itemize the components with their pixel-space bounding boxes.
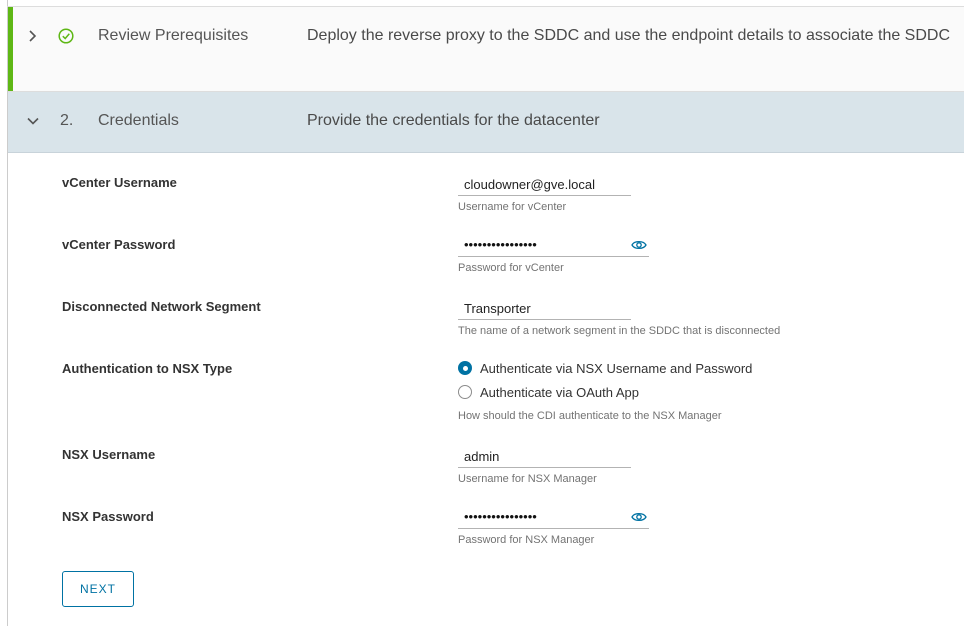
- step-review-prerequisites[interactable]: Review Prerequisites Deploy the reverse …: [8, 7, 964, 92]
- vcenter-username-label: vCenter Username: [62, 175, 177, 190]
- radio-label: Authenticate via NSX Username and Passwo…: [480, 360, 753, 376]
- network-segment-group: The name of a network segment in the SDD…: [458, 297, 780, 337]
- step-number: 2.: [60, 112, 74, 129]
- eye-icon[interactable]: [631, 511, 647, 523]
- password-mask: ••••••••••••••••: [464, 237, 537, 252]
- step-description: Provide the credentials for the datacent…: [307, 112, 600, 129]
- check-circle-icon: [58, 28, 74, 44]
- nsx-password-label: NSX Password: [62, 509, 154, 524]
- nsx-auth-type-group: Authenticate via NSX Username and Passwo…: [458, 356, 752, 422]
- chevron-down-icon[interactable]: [26, 114, 40, 128]
- network-segment-helper: The name of a network segment in the SDD…: [458, 325, 781, 337]
- password-mask: ••••••••••••••••: [464, 509, 537, 524]
- network-segment-wrap: [458, 297, 631, 320]
- network-segment-label: Disconnected Network Segment: [62, 299, 261, 314]
- nsx-password-input[interactable]: ••••••••••••••••: [458, 506, 649, 529]
- eye-icon[interactable]: [631, 239, 647, 251]
- step-description: Deploy the reverse proxy to the SDDC and…: [307, 27, 951, 44]
- vcenter-username-group: Username for vCenter: [458, 173, 631, 213]
- radio-selected-icon[interactable]: [458, 361, 472, 375]
- nsx-password-group: •••••••••••••••• Password for NSX Manage…: [458, 506, 649, 546]
- nsx-username-helper: Username for NSX Manager: [458, 473, 597, 485]
- vcenter-username-helper: Username for vCenter: [458, 201, 567, 213]
- vcenter-password-input[interactable]: ••••••••••••••••: [458, 234, 649, 257]
- step-title: Credentials: [98, 112, 179, 129]
- step-complete-indicator: [8, 7, 13, 91]
- nsx-username-group: Username for NSX Manager: [458, 445, 631, 485]
- nsx-username-label: NSX Username: [62, 447, 156, 462]
- vcenter-username-wrap: [458, 173, 631, 196]
- vcenter-password-helper: Password for vCenter: [458, 262, 564, 274]
- nsx-username-wrap: [458, 445, 631, 468]
- nsx-auth-type-helper: How should the CDI authenticate to the N…: [458, 410, 722, 422]
- step-title: Review Prerequisites: [98, 27, 249, 44]
- next-button[interactable]: NEXT: [62, 571, 134, 607]
- nsx-auth-type-label: Authentication to NSX Type: [62, 361, 233, 376]
- vcenter-username-input[interactable]: [458, 173, 631, 195]
- vcenter-password-label: vCenter Password: [62, 237, 176, 252]
- chevron-right-icon[interactable]: [26, 29, 40, 43]
- radio-unselected-icon[interactable]: [458, 385, 472, 399]
- vcenter-password-group: •••••••••••••••• Password for vCenter: [458, 234, 649, 274]
- nsx-username-input[interactable]: [458, 445, 631, 467]
- network-segment-input[interactable]: [458, 297, 631, 319]
- radio-option-oauth[interactable]: Authenticate via OAuth App: [458, 380, 752, 404]
- radio-option-username-password[interactable]: Authenticate via NSX Username and Passwo…: [458, 356, 752, 380]
- step-credentials[interactable]: 2. Credentials Provide the credentials f…: [8, 92, 964, 153]
- nsx-password-helper: Password for NSX Manager: [458, 534, 595, 546]
- radio-label: Authenticate via OAuth App: [480, 384, 639, 400]
